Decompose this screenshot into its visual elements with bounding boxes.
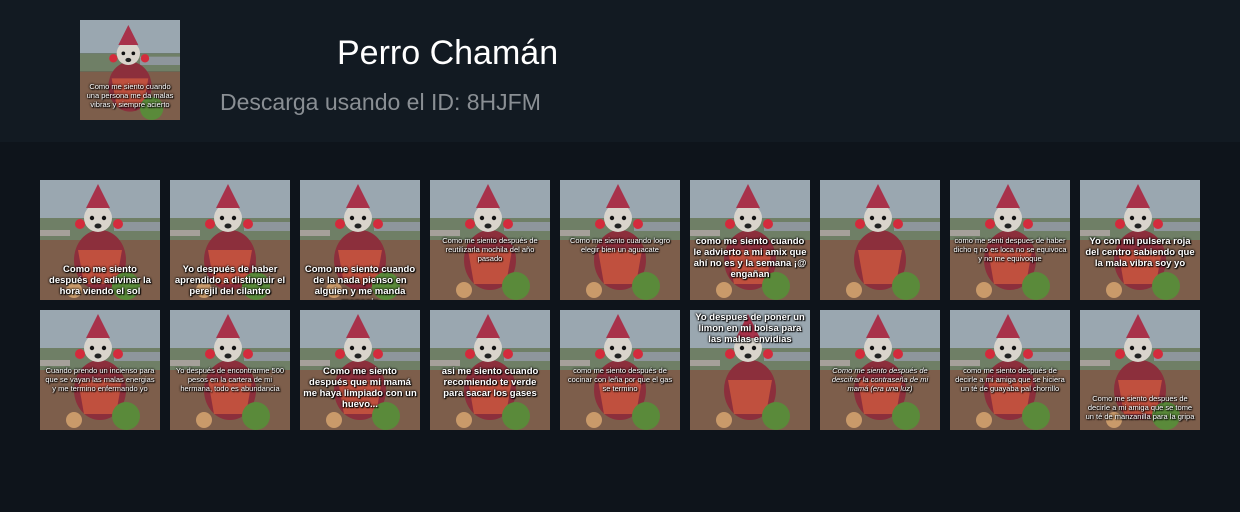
thumbnail-caption: Como me siento cuando una persona me da … [86,82,174,109]
sticker-item[interactable]: Como me siento cuando de la nada pienso … [300,180,420,300]
sticker-caption: Como me siento después de adivinar la ho… [49,264,151,297]
sticker-item[interactable]: asi me siento cuando recomiendo te verde… [430,310,550,430]
sticker-caption: Como me siento cuando de la nada pienso … [304,264,416,300]
sticker-caption: Yo después de encontrarme 500 pesos en l… [175,366,285,393]
sticker-item[interactable]: Como me siento después de adivinar la ho… [40,180,160,300]
header: Como me siento cuando una persona me da … [0,0,1240,142]
pack-cover-thumbnail: Como me siento cuando una persona me da … [80,20,180,120]
sticker-caption: Como me siento despues de decirle a mi a… [1085,394,1195,421]
sticker-item[interactable]: como me siento después de decirle a mi a… [950,310,1070,430]
sticker-item[interactable]: Cuando prendo un incienso para que se va… [40,310,160,430]
sticker-item[interactable]: Como me siento después de descifrar la c… [820,310,940,430]
sticker-caption: Como me siento después de descifrar la c… [831,366,929,393]
sticker-item[interactable]: Como me siento después que mi mamá me ha… [300,310,420,430]
sticker-caption: Como me siento después de reutilizarla m… [442,236,538,263]
sticker-item[interactable]: como me siento cuando le advierto a mi a… [690,180,810,300]
sticker-caption: Como me siento cuando logro elegir bien … [569,236,671,254]
sticker-item[interactable]: Yo después de encontrarme 500 pesos en l… [170,310,290,430]
sticker-item[interactable]: Como me siento después de reutilizarla m… [430,180,550,300]
sticker-item[interactable]: como me siento después de cocinar con le… [560,310,680,430]
sticker-item[interactable]: como me senti despues de haber dicho q n… [950,180,1070,300]
sticker-caption: Yo con mi pulsera roja del centro sabien… [1085,236,1195,269]
sticker-caption: como me siento después de decirle a mi a… [955,366,1065,393]
sticker-item[interactable]: Yo despues de poner un limon en mi bolsa… [690,310,810,430]
sticker-caption: como me siento cuando le advierto a mi a… [693,236,807,280]
sticker-caption: Yo despues de poner un limon en mi bolsa… [695,312,805,345]
download-id-text: Descarga usando el ID: 8HJFM [220,89,541,115]
sticker-caption: asi me siento cuando recomiendo te verde… [441,366,539,399]
sticker-caption: como me siento después de cocinar con le… [567,366,673,393]
sticker-item[interactable]: Como me siento cuando logro elegir bien … [560,180,680,300]
sticker-caption: Cuando prendo un incienso para que se va… [45,366,155,393]
sticker-item[interactable] [820,180,940,300]
sticker-item[interactable]: Como me siento despues de decirle a mi a… [1080,310,1200,430]
sticker-item[interactable]: Yo con mi pulsera roja del centro sabien… [1080,180,1200,300]
page-title: Perro Chamán [337,34,559,72]
sticker-caption: Como me siento después que mi mamá me ha… [303,366,417,410]
sticker-caption: Yo después de haber aprendido a distingu… [174,264,286,297]
dog-shaman-image [820,180,940,300]
sticker-caption: como me senti despues de haber dicho q n… [953,236,1067,263]
sticker-item[interactable]: Yo después de haber aprendido a distingu… [170,180,290,300]
sticker-grid: Como me siento después de adivinar la ho… [40,180,1200,430]
